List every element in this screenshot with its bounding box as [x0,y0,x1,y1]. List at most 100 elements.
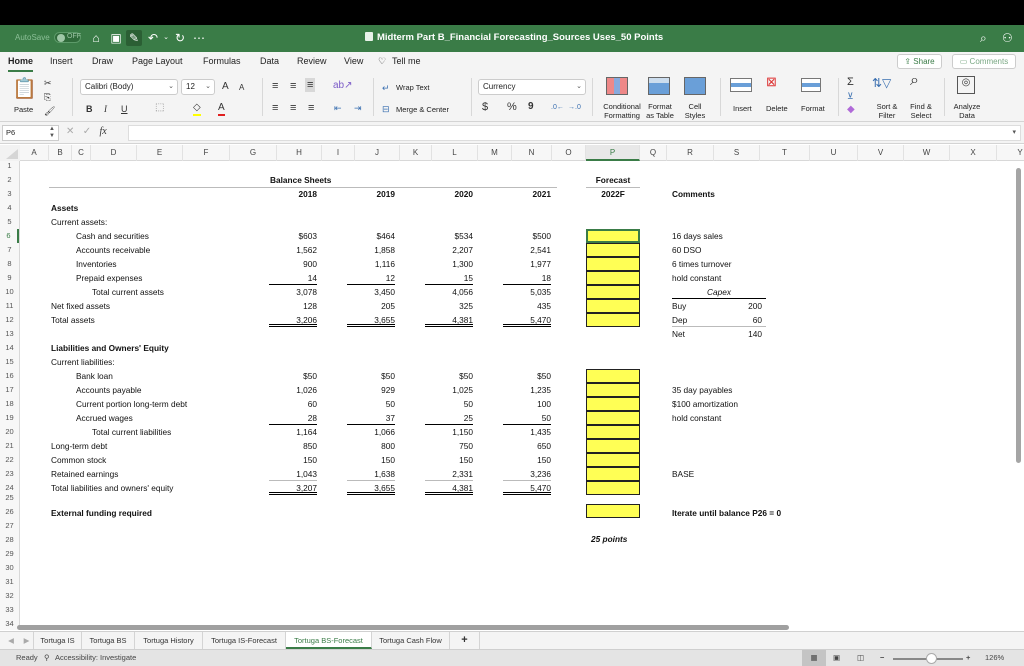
home-icon[interactable]: ⌂ [88,30,104,46]
liability-value[interactable]: 50 [503,411,551,425]
row-header-1[interactable]: 1 [0,159,19,173]
column-header-h[interactable]: H [277,145,322,161]
column-header-s[interactable]: S [714,145,760,161]
liability-value[interactable]: 150 [503,453,551,467]
orientation-icon[interactable]: ab↗ [333,80,353,92]
asset-value[interactable]: 205 [347,299,395,313]
asset-value[interactable]: 1,116 [347,257,395,271]
align-left-icon[interactable]: ≡ [272,102,278,114]
fx-icon[interactable]: fx [99,126,106,137]
forecast-input-cell[interactable] [586,397,640,411]
row-header-22[interactable]: 22 [0,453,19,467]
row-header-14[interactable]: 14 [0,341,19,355]
increase-decimal-icon[interactable]: .0← [551,102,564,114]
column-header-b[interactable]: B [49,145,72,161]
liability-value[interactable]: 1,235 [503,383,551,397]
asset-value[interactable]: 4,381 [425,313,473,327]
liability-value[interactable]: 1,435 [503,425,551,439]
column-header-a[interactable]: A [20,145,49,161]
insert-cells-icon[interactable] [730,78,752,92]
liability-value[interactable]: $50 [503,369,551,383]
liability-value[interactable]: 50 [347,397,395,411]
asset-value[interactable]: $464 [347,229,395,243]
asset-value[interactable]: 5,035 [503,285,551,299]
row-header-16[interactable]: 16 [0,369,19,383]
decrease-decimal-icon[interactable]: →.0 [568,102,581,114]
borders-icon[interactable]: ⬚ [155,102,164,114]
liability-value[interactable]: 37 [347,411,395,425]
forecast-input-cell[interactable] [586,229,640,243]
share-button[interactable]: ⇪ Share [897,54,942,69]
asset-value[interactable]: 4,056 [425,285,473,299]
merge-center-icon[interactable]: ⊟ [382,103,390,115]
forecast-input-cell[interactable] [586,243,640,257]
accounting-format-button[interactable]: $ [482,101,488,113]
zoom-level[interactable]: 126% [985,652,1004,664]
prev-sheet-icon[interactable]: ◀ [5,632,17,649]
save-icon[interactable]: ▣ [108,30,124,46]
liability-value[interactable]: 100 [503,397,551,411]
wrap-text-button[interactable]: Wrap Text [396,83,430,92]
delete-cells-button[interactable]: Delete [766,104,788,113]
align-bottom-icon[interactable]: ≡ [305,78,316,92]
asset-value[interactable]: $534 [425,229,473,243]
row-header-5[interactable]: 5 [0,215,19,229]
name-box-spinner-icon[interactable]: ▲ ▼ [49,126,55,140]
align-top-icon[interactable]: ≡ [272,80,278,92]
merge-center-button[interactable]: Merge & Center [396,105,449,114]
paste-icon[interactable]: 📋 [12,78,37,100]
row-header-13[interactable]: 13 [0,327,19,341]
delete-cells-icon[interactable]: ⊠ [766,75,777,88]
cancel-icon[interactable]: ✕ [66,126,74,137]
liability-value[interactable]: 850 [269,439,317,453]
next-sheet-icon[interactable]: ▶ [20,632,34,649]
asset-value[interactable]: 1,300 [425,257,473,271]
asset-value[interactable]: 128 [269,299,317,313]
liability-value[interactable]: 1,638 [347,467,395,481]
font-size-dropdown[interactable]: 12 ⌄ [181,79,215,95]
forecast-input-cell[interactable] [586,313,640,327]
format-cells-icon[interactable] [801,78,821,92]
analyze-data-icon[interactable]: ◎ [957,76,975,94]
sheet-tab-tortuga-cash-flow[interactable]: Tortuga Cash Flow [372,632,450,649]
cell-styles-button[interactable]: Cell Styles [682,102,708,120]
column-header-y[interactable]: Y [997,145,1024,161]
liability-value[interactable]: 650 [503,439,551,453]
row-header-30[interactable]: 30 [0,561,19,575]
row-header-11[interactable]: 11 [0,299,19,313]
asset-value[interactable]: 3,078 [269,285,317,299]
autosum-icon[interactable]: Σ [847,76,854,88]
sort-filter-icon[interactable]: ⇅▽ [872,77,891,89]
row-header-17[interactable]: 17 [0,383,19,397]
cell-styles-icon[interactable] [684,77,706,95]
page-break-view-icon[interactable]: ◫ [857,652,864,664]
comments-button[interactable]: ▭ Comments [952,54,1016,69]
liability-value[interactable]: 1,043 [269,467,317,481]
find-select-icon[interactable]: ⌕ [910,73,919,89]
asset-value[interactable]: $603 [269,229,317,243]
asset-value[interactable]: 18 [503,271,551,285]
liability-value[interactable]: 28 [269,411,317,425]
asset-value[interactable]: 5,470 [503,313,551,327]
row-header-21[interactable]: 21 [0,439,19,453]
liability-value[interactable]: 800 [347,439,395,453]
row-header-31[interactable]: 31 [0,575,19,589]
redo-icon[interactable]: ↻ [172,30,188,46]
forecast-input-cell[interactable] [586,481,640,495]
tab-draw[interactable]: Draw [92,56,113,66]
column-header-v[interactable]: V [858,145,904,161]
vertical-scrollbar[interactable] [1016,168,1021,463]
liability-value[interactable]: 1,150 [425,425,473,439]
column-header-p[interactable]: P [586,145,640,161]
liability-value[interactable]: 4,381 [425,481,473,495]
tell-me-search[interactable]: Tell me [392,56,421,66]
decrease-font-icon[interactable]: A [239,82,244,94]
forecast-input-cell[interactable] [586,285,640,299]
row-header-34[interactable]: 34 [0,617,19,631]
add-sheet-button[interactable]: + [450,632,480,649]
liability-value[interactable]: 150 [269,453,317,467]
zoom-in-button[interactable]: + [966,652,970,664]
tab-page-layout[interactable]: Page Layout [132,56,183,66]
accessibility-status[interactable]: Accessibility: Investigate [55,652,136,664]
row-header-12[interactable]: 12 [0,313,19,327]
